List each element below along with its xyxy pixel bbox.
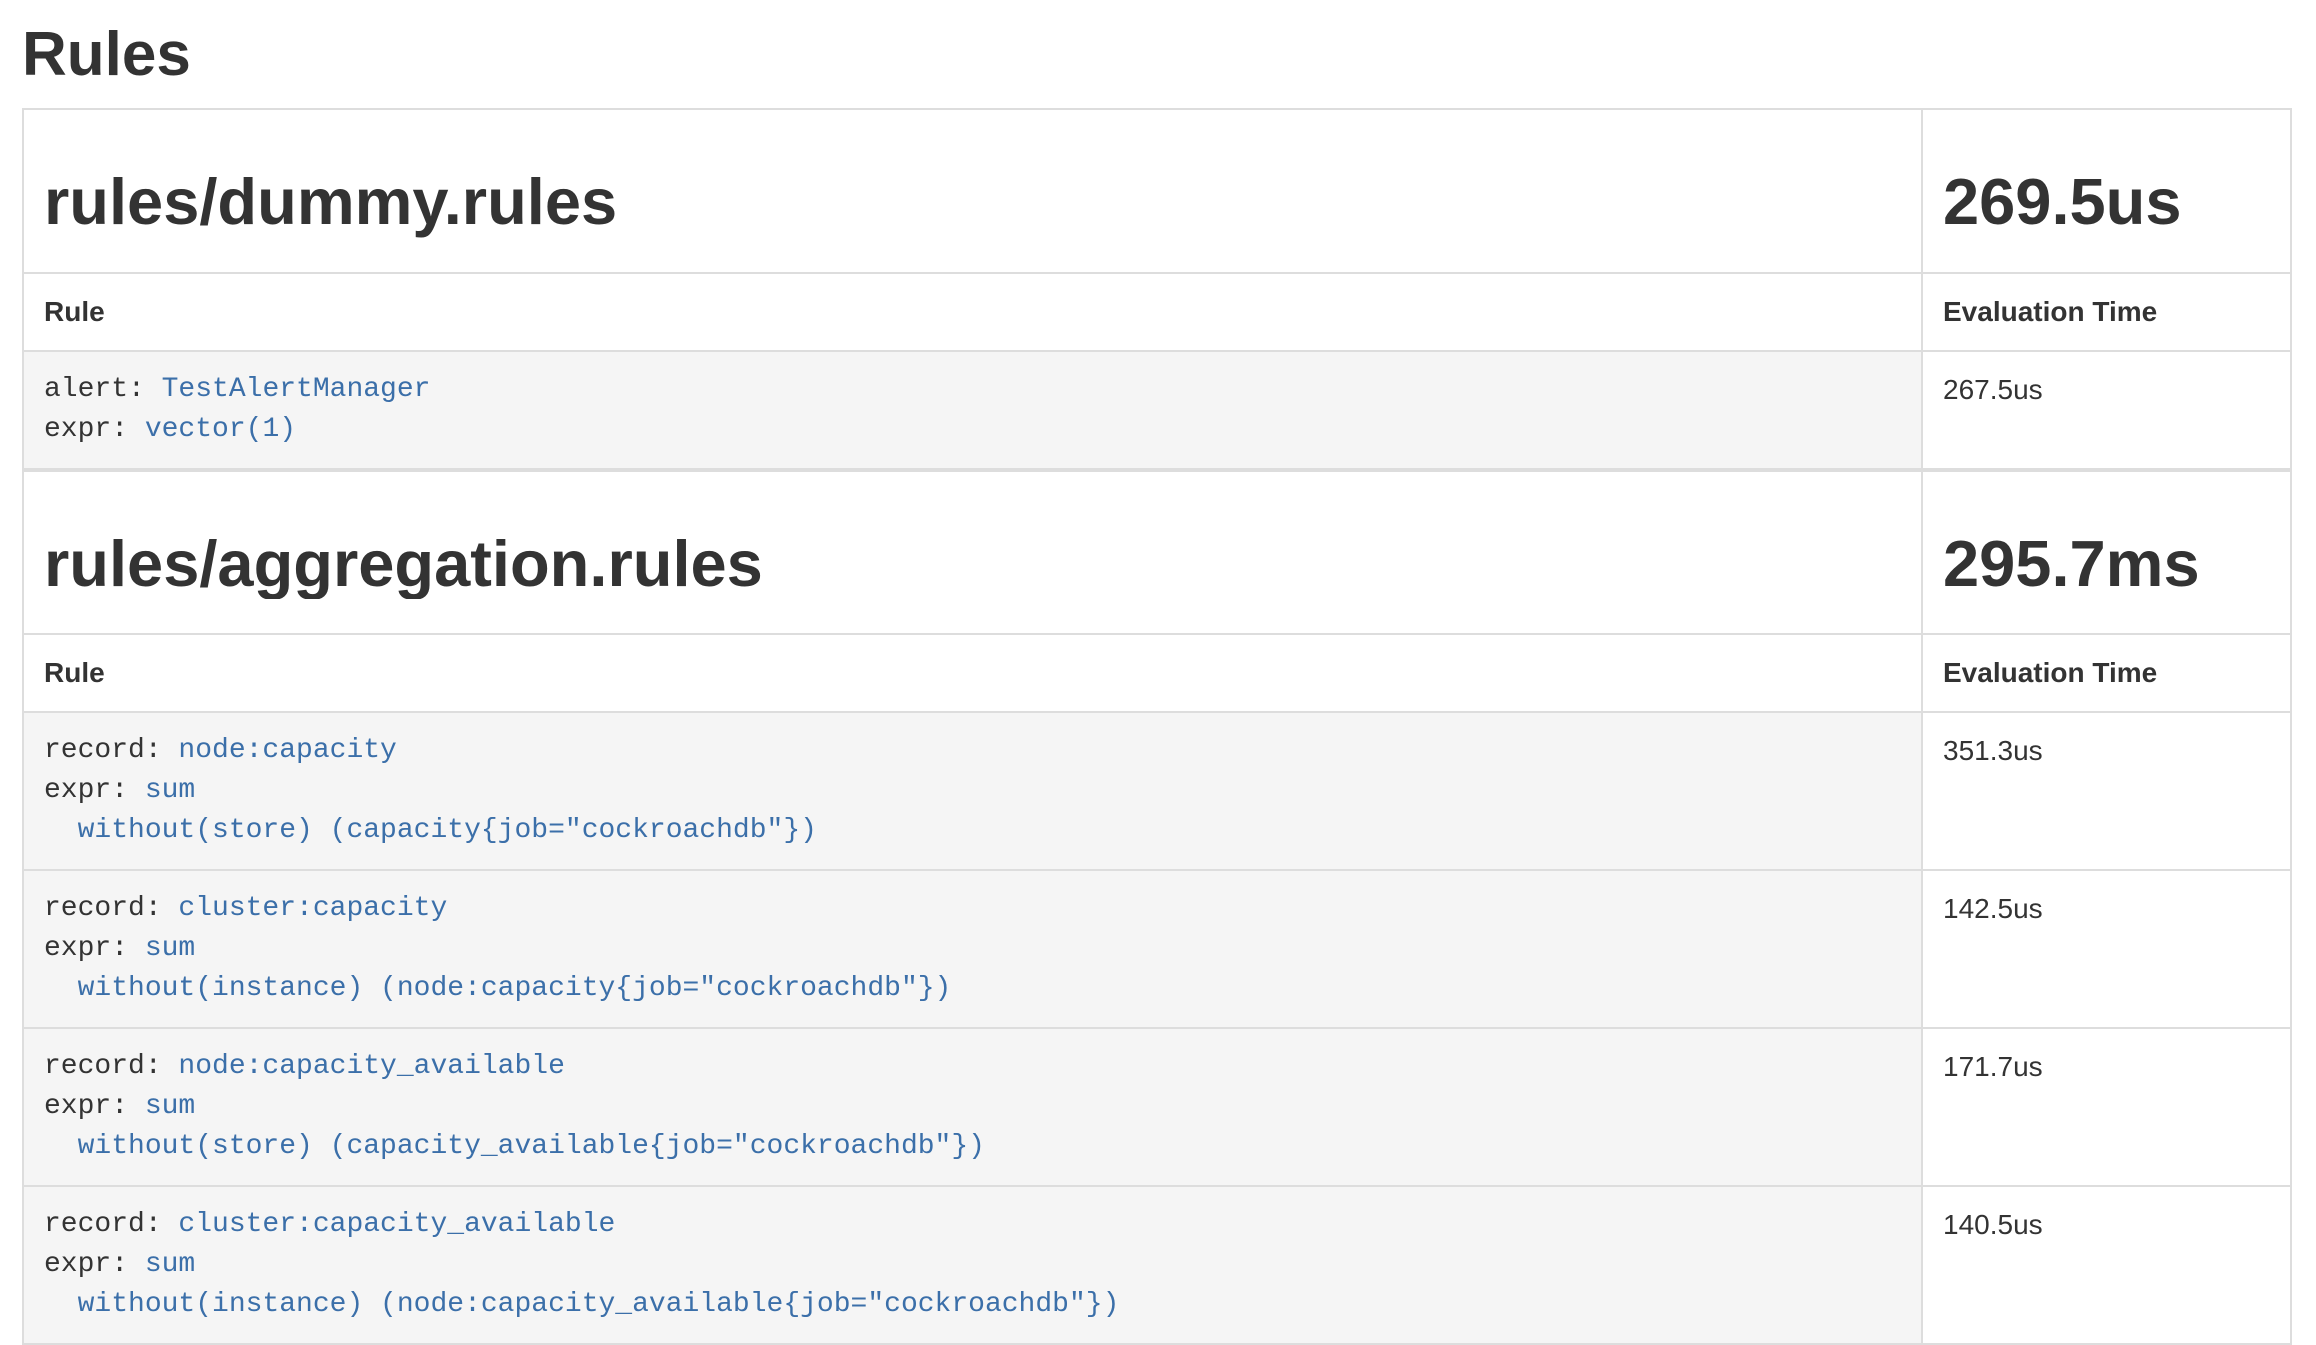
rule-keyword: record:	[44, 1051, 178, 1082]
rule-definition-cell: record: cluster:capacity_available expr:…	[23, 1186, 1922, 1344]
rule-keyword: expr:	[44, 414, 145, 445]
rule-keyword: alert:	[44, 374, 162, 405]
group-file-name: rules/dummy.rules	[44, 166, 1901, 238]
column-header-row: Rule Evaluation Time	[23, 634, 2291, 712]
rule-keyword: record:	[44, 735, 178, 766]
expr-link[interactable]: sum	[145, 775, 195, 806]
rule-definition-cell: alert: TestAlertManager expr: vector(1)	[23, 351, 1922, 469]
rule-groups: rules/dummy.rules 269.5us Rule Evaluatio…	[22, 108, 2292, 1345]
group-eval-cell: 295.7ms	[1922, 471, 2291, 635]
evaluation-time-column-header: Evaluation Time	[1922, 273, 2291, 351]
rule-keyword: record:	[44, 893, 178, 924]
rule-evaluation-time: 267.5us	[1922, 351, 2291, 469]
rule-row: record: node:capacity_available expr: su…	[23, 1028, 2291, 1186]
rule-definition-cell: record: node:capacity_available expr: su…	[23, 1028, 1922, 1186]
rule-evaluation-time: 142.5us	[1922, 870, 2291, 1028]
rule-keyword: expr:	[44, 775, 145, 806]
rule-code: record: cluster:capacity expr: sum witho…	[44, 889, 1901, 1009]
rule-code: alert: TestAlertManager expr: vector(1)	[44, 370, 1901, 450]
rule-row: record: cluster:capacity_available expr:…	[23, 1186, 2291, 1344]
record-name-link[interactable]: cluster:capacity_available	[178, 1209, 615, 1240]
group-eval-cell: 269.5us	[1922, 109, 2291, 273]
rule-group-table: rules/dummy.rules 269.5us Rule Evaluatio…	[22, 108, 2292, 470]
rule-keyword: expr:	[44, 933, 145, 964]
record-name-link[interactable]: cluster:capacity	[178, 893, 447, 924]
expr-link[interactable]: without(store) (capacity{job="cockroachd…	[44, 815, 817, 846]
evaluation-time-column-header: Evaluation Time	[1922, 634, 2291, 712]
rule-evaluation-time: 171.7us	[1922, 1028, 2291, 1186]
group-evaluation-time: 269.5us	[1943, 166, 2270, 238]
rule-code: record: node:capacity expr: sum without(…	[44, 731, 1901, 851]
alert-name-link[interactable]: TestAlertManager	[162, 374, 431, 405]
expr-link[interactable]: sum	[145, 1091, 195, 1122]
page-title: Rules	[22, 21, 2292, 89]
rule-column-header: Rule	[23, 273, 1922, 351]
rule-code: record: cluster:capacity_available expr:…	[44, 1205, 1901, 1325]
record-name-link[interactable]: node:capacity_available	[178, 1051, 564, 1082]
rule-row: record: node:capacity expr: sum without(…	[23, 712, 2291, 870]
rule-row: record: cluster:capacity expr: sum witho…	[23, 870, 2291, 1028]
rules-page: Rules rules/dummy.rules 269.5us Rule Eva…	[0, 21, 2316, 1345]
rule-keyword: expr:	[44, 1091, 145, 1122]
group-evaluation-time: 295.7ms	[1943, 528, 2270, 600]
expr-link[interactable]: vector(1)	[145, 414, 296, 445]
rule-evaluation-time: 140.5us	[1922, 1186, 2291, 1344]
rule-group-table: rules/aggregation.rules 295.7ms Rule Eva…	[22, 470, 2292, 1345]
group-name-cell: rules/aggregation.rules	[23, 471, 1922, 635]
rule-row: alert: TestAlertManager expr: vector(1) …	[23, 351, 2291, 469]
rule-evaluation-time: 351.3us	[1922, 712, 2291, 870]
rule-keyword: expr:	[44, 1249, 145, 1280]
expr-link[interactable]: sum	[145, 933, 195, 964]
group-header-row: rules/aggregation.rules 295.7ms	[23, 471, 2291, 635]
column-header-row: Rule Evaluation Time	[23, 273, 2291, 351]
group-file-name: rules/aggregation.rules	[44, 528, 1901, 600]
rule-code: record: node:capacity_available expr: su…	[44, 1047, 1901, 1167]
rule-keyword: record:	[44, 1209, 178, 1240]
group-header-row: rules/dummy.rules 269.5us	[23, 109, 2291, 273]
rule-definition-cell: record: node:capacity expr: sum without(…	[23, 712, 1922, 870]
expr-link[interactable]: without(store) (capacity_available{job="…	[44, 1131, 985, 1162]
rule-definition-cell: record: cluster:capacity expr: sum witho…	[23, 870, 1922, 1028]
expr-link[interactable]: without(instance) (node:capacity_availab…	[44, 1289, 1119, 1320]
rule-column-header: Rule	[23, 634, 1922, 712]
record-name-link[interactable]: node:capacity	[178, 735, 396, 766]
expr-link[interactable]: sum	[145, 1249, 195, 1280]
expr-link[interactable]: without(instance) (node:capacity{job="co…	[44, 973, 951, 1004]
group-name-cell: rules/dummy.rules	[23, 109, 1922, 273]
